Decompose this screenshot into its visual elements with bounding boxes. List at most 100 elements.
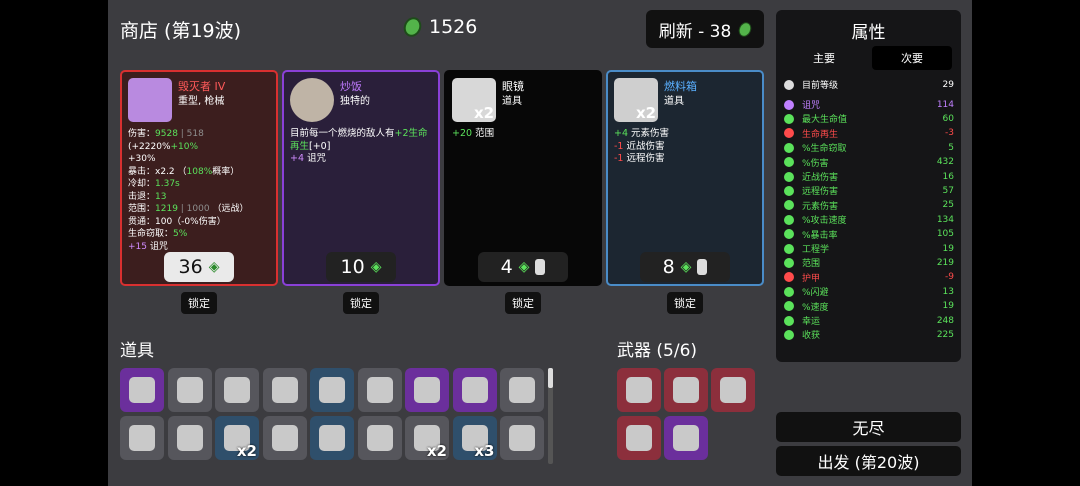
lock-button[interactable]: 锁定 <box>667 292 703 314</box>
elemental-icon <box>784 200 794 211</box>
buy-button[interactable]: 36 ◈ <box>164 252 234 282</box>
item-count: x2 <box>636 104 657 122</box>
item-slot[interactable] <box>120 368 164 412</box>
stat-row: %生命窃取 5 <box>784 141 954 154</box>
dodge-icon <box>784 286 794 297</box>
item-count: x2 <box>474 104 495 122</box>
stat-label: %速度 <box>802 302 829 313</box>
tab-secondary[interactable]: 次要 <box>872 46 952 70</box>
price-value: 8 <box>662 256 675 278</box>
left-letterbox <box>0 0 108 486</box>
gun-icon <box>673 377 699 403</box>
sack-icon: ◈ <box>370 259 382 275</box>
item-slot[interactable]: x2 <box>405 416 449 460</box>
item-slot[interactable] <box>120 416 164 460</box>
shark-fin-icon <box>319 377 345 403</box>
shop-title: 商店 (第19波) <box>120 20 242 42</box>
item-slot[interactable] <box>500 416 544 460</box>
item-slot[interactable]: x3 <box>452 416 497 460</box>
item-slot[interactable] <box>405 368 449 412</box>
stat-label: 范围 <box>802 259 821 270</box>
lock-button[interactable]: 锁定 <box>181 292 217 314</box>
stat-value: 134 <box>936 214 954 225</box>
item-slot[interactable] <box>262 416 307 460</box>
gun-icon <box>626 425 652 451</box>
stat-label: %暴击率 <box>802 230 838 241</box>
buy-button[interactable]: 10 ◈ <box>326 252 396 282</box>
item-slot[interactable] <box>357 416 402 460</box>
endless-button[interactable]: 无尽 <box>776 412 961 442</box>
item-slot[interactable] <box>310 368 354 412</box>
regen-icon <box>784 128 794 139</box>
stat-label: 护甲 <box>802 273 821 284</box>
stats-title: 属性 <box>851 23 886 43</box>
buy-button[interactable]: 8 ◈ <box>640 252 730 282</box>
item-count: x3 <box>474 442 495 460</box>
card-type: 独特的 <box>340 96 370 107</box>
shop-card-glasses[interactable]: x2 眼镜 道具 +20 范围 4 ◈ <box>444 70 602 286</box>
stats-panel: 属性 主要 次要 目前等级 29 诅咒 114 最大生命值 60 生命再生 -3 %生命窃取… <box>776 10 961 362</box>
weapon-slot[interactable] <box>617 416 661 460</box>
cash-icon <box>366 425 393 451</box>
weapon-slot[interactable] <box>664 416 708 460</box>
lock-button[interactable]: 锁定 <box>343 292 379 314</box>
stat-value: 25 <box>942 200 954 211</box>
price-value: 10 <box>340 256 365 278</box>
panda-icon <box>224 377 250 403</box>
stat-label: 远程伤害 <box>802 187 839 198</box>
torch-icon <box>414 377 440 403</box>
item-slot[interactable]: x2 <box>215 416 259 460</box>
refresh-label: 刷新 - 38 <box>658 21 732 42</box>
shop-card-fuel-tank[interactable]: x2 燃料箱 道具 +4 元素伤害 -1 近战伤害 -1 远程伤害 8 ◈ <box>606 70 764 286</box>
ghost-icon <box>509 425 535 451</box>
stat-label: 近战伤害 <box>802 173 839 183</box>
weapon-slot[interactable] <box>664 368 708 412</box>
stat-value: 225 <box>936 329 954 340</box>
item-slot[interactable] <box>452 368 497 412</box>
clover-icon <box>176 425 203 451</box>
refresh-button[interactable]: 刷新 - 38 <box>646 10 764 48</box>
go-button[interactable]: 出发 (第20波) <box>776 446 961 476</box>
shop-card-destroyer[interactable]: 毁灭者 IV 重型, 枪械 伤害：9528 | 518 (+2220%+10% … <box>120 70 278 286</box>
scrollbar-thumb[interactable] <box>548 368 553 388</box>
item-slot[interactable] <box>310 416 354 460</box>
card-type: 道具 <box>502 96 522 107</box>
level-icon <box>784 79 794 90</box>
price-value: 36 <box>178 256 203 278</box>
item-slot[interactable] <box>262 368 307 412</box>
gun-icon <box>626 377 652 403</box>
stat-row: 幸运 248 <box>784 314 954 327</box>
duck-icon <box>509 377 535 403</box>
stat-label: 生命再生 <box>802 129 839 140</box>
robot-arm-icon <box>176 377 203 403</box>
stat-row: %暴击率 105 <box>784 228 954 241</box>
stat-value: -9 <box>945 272 954 283</box>
buy-button[interactable]: 4 ◈ <box>478 252 568 282</box>
item-slot[interactable] <box>500 368 544 412</box>
tab-main[interactable]: 主要 <box>784 46 864 70</box>
weapon-slot[interactable] <box>711 368 755 412</box>
shop-card-fried-rice[interactable]: 炒饭 独特的 目前每一个燃烧的敌人有+2生命再生[+0] +4 诅咒 10 ◈ <box>282 70 440 286</box>
weapon-slot[interactable] <box>617 368 661 412</box>
stat-value: 114 <box>936 99 954 110</box>
attack-speed-icon <box>784 214 794 225</box>
stat-row: 诅咒 114 <box>784 98 954 111</box>
item-slot[interactable] <box>167 368 212 412</box>
items-scrollbar[interactable] <box>548 368 553 464</box>
stat-label: %闪避 <box>802 288 829 299</box>
stat-value: 248 <box>936 315 954 326</box>
item-slot[interactable] <box>215 368 259 412</box>
stat-row: %攻击速度 134 <box>784 213 954 226</box>
card-description: 伤害：9528 | 518 (+2220%+10% +30% 暴击：x2.2 （… <box>128 129 249 252</box>
lock-button[interactable]: 锁定 <box>505 292 541 314</box>
stat-row: %伤害 432 <box>784 156 954 169</box>
price-value: 4 <box>500 256 513 278</box>
card-description: +20 范围 <box>452 128 495 139</box>
stat-value: 57 <box>942 185 954 196</box>
item-slot[interactable] <box>167 416 212 460</box>
curse-icon <box>784 99 794 110</box>
sack-icon: ◈ <box>680 259 692 275</box>
item-slot[interactable] <box>357 368 402 412</box>
stat-label: 幸运 <box>802 317 821 327</box>
stat-row-level: 目前等级 29 <box>784 78 954 91</box>
